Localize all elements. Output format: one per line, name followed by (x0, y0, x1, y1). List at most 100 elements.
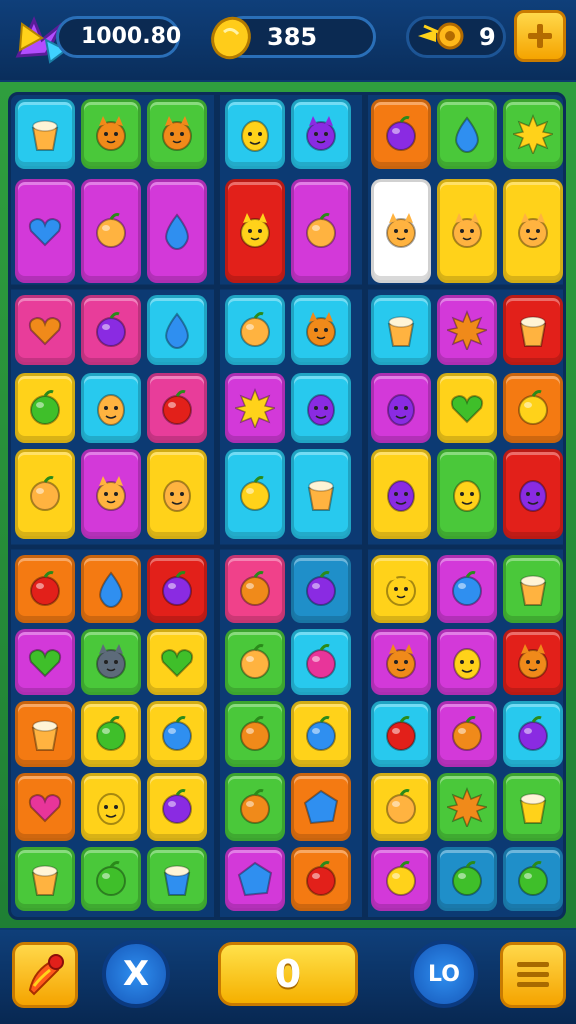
tile-r4-c0[interactable] (15, 449, 75, 539)
tile-r5-c4[interactable] (291, 555, 351, 623)
tile-r2-c1[interactable] (81, 295, 141, 365)
tile-r6-c3[interactable] (225, 629, 285, 695)
tile-r4-c5[interactable] (371, 449, 431, 539)
tile-r5-c1[interactable] (81, 555, 141, 623)
tile-r6-c7[interactable] (503, 629, 563, 695)
tile-r4-c2[interactable] (147, 449, 207, 539)
tile-r8-c2[interactable] (147, 773, 207, 841)
center-counter-value: 0 (274, 952, 302, 996)
tile-r9-c1[interactable] (81, 847, 141, 911)
tile-r3-c3[interactable] (225, 373, 285, 443)
tile-r0-c3[interactable] (225, 99, 285, 169)
blue-cupcake-icon (157, 859, 197, 899)
tile-r0-c4[interactable] (291, 99, 351, 169)
tile-r8-c5[interactable] (371, 773, 431, 841)
tile-r3-c2[interactable] (147, 373, 207, 443)
tile-r7-c0[interactable] (15, 701, 75, 767)
tile-r9-c7[interactable] (503, 847, 563, 911)
tile-r5-c3[interactable] (225, 555, 285, 623)
blue-swirl-icon (157, 714, 197, 754)
tile-r2-c5[interactable] (371, 295, 431, 365)
tile-r8-c4[interactable] (291, 773, 351, 841)
tile-r7-c7[interactable] (503, 701, 563, 767)
tile-r3-c4[interactable] (291, 373, 351, 443)
tile-r8-c6[interactable] (437, 773, 497, 841)
tile-r2-c6[interactable] (437, 295, 497, 365)
tile-r3-c6[interactable] (437, 373, 497, 443)
tile-r1-c5[interactable] (371, 179, 431, 283)
tile-r0-c5[interactable] (371, 99, 431, 169)
tile-r0-c0[interactable] (15, 99, 75, 169)
tile-r6-c1[interactable] (81, 629, 141, 695)
tile-r8-c3[interactable] (225, 773, 285, 841)
tile-r4-c1[interactable] (81, 449, 141, 539)
orange-cat-icon (513, 642, 553, 682)
tile-r3-c1[interactable] (81, 373, 141, 443)
tile-r7-c6[interactable] (437, 701, 497, 767)
tile-r9-c6[interactable] (437, 847, 497, 911)
tile-r3-c5[interactable] (371, 373, 431, 443)
tile-r4-c4[interactable] (291, 449, 351, 539)
tile-r8-c7[interactable] (503, 773, 563, 841)
tile-r5-c7[interactable] (503, 555, 563, 623)
tile-r1-c6[interactable] (437, 179, 497, 283)
add-button[interactable] (514, 10, 566, 62)
tile-r5-c0[interactable] (15, 555, 75, 623)
tile-r7-c5[interactable] (371, 701, 431, 767)
tile-r6-c6[interactable] (437, 629, 497, 695)
green-heart-icon (157, 642, 197, 682)
orange-heart-icon (25, 310, 65, 350)
tile-r1-c7[interactable] (503, 179, 563, 283)
yellow-face-icon (447, 642, 487, 682)
tile-r3-c0[interactable] (15, 373, 75, 443)
tile-r4-c3[interactable] (225, 449, 285, 539)
tile-r5-c5[interactable] (371, 555, 431, 623)
green-apple-icon (91, 714, 131, 754)
tile-r9-c4[interactable] (291, 847, 351, 911)
tile-r1-c4[interactable] (291, 179, 351, 283)
tile-r2-c2[interactable] (147, 295, 207, 365)
tile-r0-c2[interactable] (147, 99, 207, 169)
tile-r4-c7[interactable] (503, 449, 563, 539)
menu-button[interactable] (500, 942, 566, 1008)
tile-r2-c7[interactable] (503, 295, 563, 365)
tile-r1-c2[interactable] (147, 179, 207, 283)
tile-r0-c1[interactable] (81, 99, 141, 169)
tile-r7-c3[interactable] (225, 701, 285, 767)
purple-fuzz-icon (513, 714, 553, 754)
tile-r8-c0[interactable] (15, 773, 75, 841)
tile-r8-c1[interactable] (81, 773, 141, 841)
tile-r9-c0[interactable] (15, 847, 75, 911)
booster-button[interactable] (12, 942, 78, 1008)
tile-r1-c0[interactable] (15, 179, 75, 283)
tile-r7-c1[interactable] (81, 701, 141, 767)
red-apple-icon (301, 859, 341, 899)
tile-r2-c0[interactable] (15, 295, 75, 365)
tile-r9-c3[interactable] (225, 847, 285, 911)
tile-r5-c6[interactable] (437, 555, 497, 623)
tile-r4-c6[interactable] (437, 449, 497, 539)
tile-r1-c1[interactable] (81, 179, 141, 283)
tile-r0-c6[interactable] (437, 99, 497, 169)
tile-r9-c2[interactable] (147, 847, 207, 911)
yellow-sun-icon (513, 114, 553, 154)
cancel-button[interactable]: X (102, 940, 170, 1008)
tile-r7-c4[interactable] (291, 701, 351, 767)
comet-icon[interactable] (414, 14, 468, 60)
tile-r6-c2[interactable] (147, 629, 207, 695)
tile-r2-c3[interactable] (225, 295, 285, 365)
cinnamon-roll-icon (235, 642, 275, 682)
level-button[interactable]: LO (410, 940, 478, 1008)
tile-r1-c3[interactable] (225, 179, 285, 283)
tile-r3-c7[interactable] (503, 373, 563, 443)
tile-r0-c7[interactable] (503, 99, 563, 169)
center-counter-button[interactable]: 0 (218, 942, 358, 1006)
tile-r6-c0[interactable] (15, 629, 75, 695)
tile-r6-c5[interactable] (371, 629, 431, 695)
tile-r5-c2[interactable] (147, 555, 207, 623)
tile-r6-c4[interactable] (291, 629, 351, 695)
tile-r7-c2[interactable] (147, 701, 207, 767)
bottle-icon (25, 474, 65, 514)
tile-r2-c4[interactable] (291, 295, 351, 365)
tile-r9-c5[interactable] (371, 847, 431, 911)
